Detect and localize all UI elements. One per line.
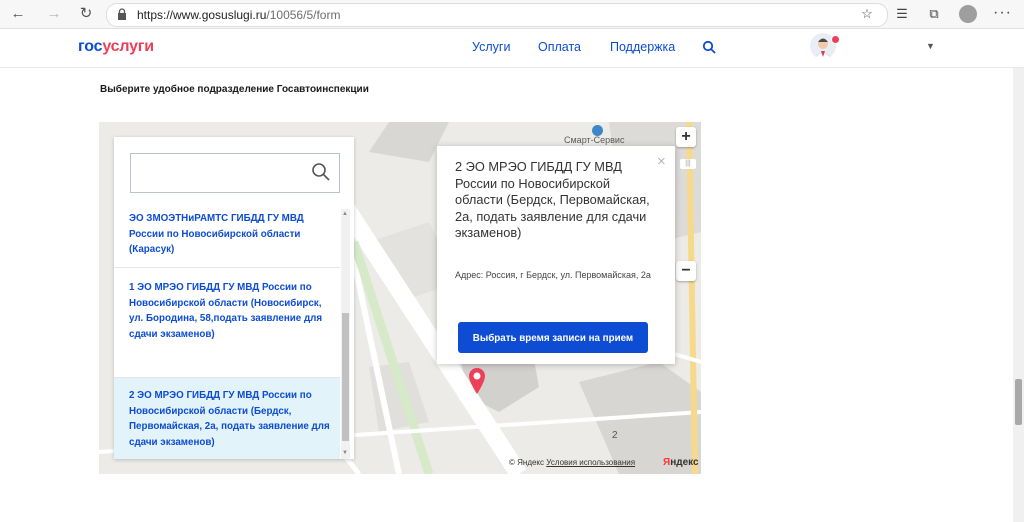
collections-icon[interactable]: ⧉ [925, 5, 943, 23]
section-title: Выберите удобное подразделение Госавтоин… [100, 84, 369, 95]
office-list-scrollbar[interactable]: ▲ ▼ [341, 209, 350, 459]
map-place-label: Смарт-Сервис [564, 135, 625, 145]
zoom-in-button[interactable]: + [676, 127, 696, 147]
office-list-item[interactable]: 1 ЭО МРЭО ГИБДД ГУ МВД России по Новосиб… [114, 268, 340, 378]
scroll-up-icon[interactable]: ▲ [342, 211, 348, 217]
office-list-item-selected[interactable]: 2 ЭО МРЭО ГИБДД ГУ МВД России по Новосиб… [114, 378, 340, 459]
nav-payment[interactable]: Оплата [538, 40, 581, 54]
zoom-out-button[interactable]: − [676, 261, 696, 281]
yandex-logo[interactable]: Яндекс [663, 457, 699, 468]
lock-icon [118, 8, 126, 20]
url-text: https://www.gosuslugi.ru/10056/5/form [137, 8, 340, 22]
balloon-title: 2 ЭО МРЭО ГИБДД ГУ МВД России по Новосиб… [455, 159, 650, 240]
notification-dot [831, 35, 840, 44]
terms-link[interactable]: Условия использования [546, 458, 635, 467]
search-icon[interactable] [702, 40, 716, 54]
logo-part-gos: гос [78, 38, 103, 55]
office-list-panel: ЭО ЗМОЭТНиРАМТС ГИБДД ГУ МВД России по Н… [114, 137, 354, 459]
address-bar[interactable]: https://www.gosuslugi.ru/10056/5/form [106, 3, 888, 27]
close-icon[interactable]: × [657, 154, 666, 169]
page-scrollbar-thumb[interactable] [1015, 379, 1022, 425]
map-house-number: 2 [612, 430, 618, 441]
office-balloon: × 2 ЭО МРЭО ГИБДД ГУ МВД России по Новос… [437, 146, 675, 364]
logo-part-uslugi: услуги [102, 38, 154, 55]
balloon-address: Адрес: Россия, г Бердск, ул. Первомайска… [455, 270, 651, 280]
office-search-input[interactable] [130, 153, 340, 193]
forward-icon[interactable]: → [44, 4, 64, 24]
nav-support[interactable]: Поддержка [610, 40, 675, 54]
more-icon[interactable]: ··· [993, 4, 1012, 22]
favorites-list-icon[interactable]: ☰ [893, 5, 911, 23]
back-icon[interactable]: ← [8, 4, 28, 24]
copyright-prefix: © Яндекс [509, 458, 545, 467]
office-list: ЭО ЗМОЭТНиРАМТС ГИБДД ГУ МВД России по Н… [114, 209, 354, 459]
map-copyright: © Яндекс Условия использования [509, 458, 635, 467]
page-scrollbar[interactable] [1013, 68, 1024, 522]
url-path: /10056/5/form [266, 8, 341, 22]
yandex-logo-rest: ндекс [670, 457, 699, 468]
office-list-item-label: 2 ЭО МРЭО ГИБДД ГУ МВД России по Новосиб… [129, 390, 330, 448]
site-header: госуслуги Услуги Оплата Поддержка ▼ [0, 29, 1024, 68]
profile-icon[interactable] [959, 5, 977, 23]
url-base: https://www.gosuslugi.ru [137, 8, 267, 22]
office-list-item-label: ЭО ЗМОЭТНиРАМТС ГИБДД ГУ МВД России по Н… [129, 213, 304, 255]
map-area[interactable]: Смарт-Сервис 2 + ||| − © Яндекс Условия … [99, 122, 701, 474]
office-list-item-label: 1 ЭО МРЭО ГИБДД ГУ МВД России по Новосиб… [129, 282, 323, 340]
refresh-icon[interactable]: ↻ [76, 4, 96, 24]
browser-toolbar: ← → ↻ https://www.gosuslugi.ru/10056/5/f… [0, 0, 1024, 29]
choose-time-button[interactable]: Выбрать время записи на прием [458, 322, 648, 353]
zoom-slider-handle[interactable]: ||| [680, 159, 696, 169]
office-list-item[interactable]: ЭО ЗМОЭТНиРАМТС ГИБДД ГУ МВД России по Н… [114, 209, 340, 268]
map-pin-icon[interactable] [469, 368, 485, 394]
search-icon[interactable] [311, 162, 331, 182]
chevron-down-icon[interactable]: ▼ [926, 41, 935, 51]
nav-services[interactable]: Услуги [472, 40, 510, 54]
office-list-scrollbar-thumb[interactable] [342, 313, 349, 441]
scroll-down-icon[interactable]: ▼ [342, 450, 348, 456]
favorite-star-icon[interactable]: ☆ [858, 5, 876, 23]
gosuslugi-logo[interactable]: госуслуги [78, 38, 154, 56]
